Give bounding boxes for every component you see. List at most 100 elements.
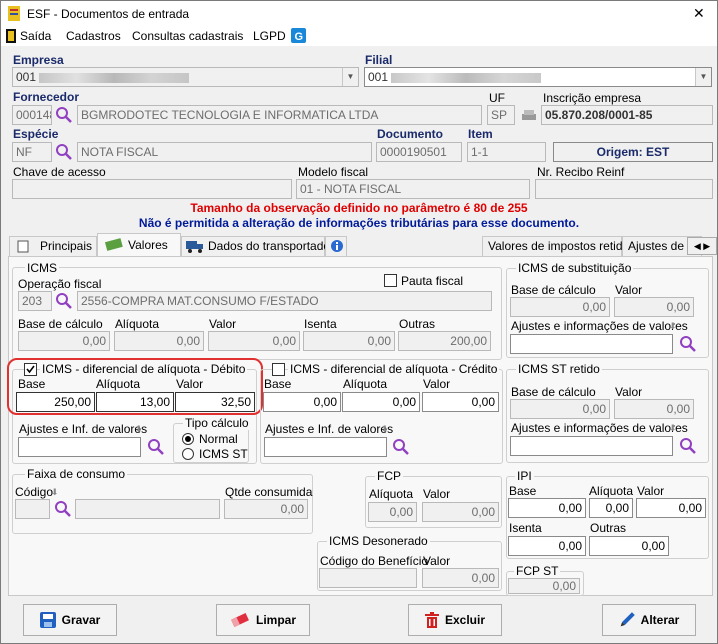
especie-label: Espécie xyxy=(13,127,59,141)
icms-sub-base-label: Base de cálculo xyxy=(511,283,596,297)
search-icon[interactable] xyxy=(679,335,697,353)
especie-code[interactable]: NF xyxy=(12,142,52,162)
modelo-label: Modelo fiscal xyxy=(298,165,369,179)
search-icon[interactable] xyxy=(679,437,697,455)
difal-credito-ajustes-field[interactable] xyxy=(264,437,387,457)
excluir-label: Excluir xyxy=(444,613,486,627)
search-icon[interactable] xyxy=(55,292,73,310)
search-icon[interactable] xyxy=(55,106,73,124)
icms-st-retido-title: ICMS ST retido xyxy=(516,362,602,376)
ipi-base-label: Base xyxy=(509,484,537,498)
st-retido-base-label: Base de cálculo xyxy=(511,385,596,399)
icms-aliquota-field: 0,00 xyxy=(114,331,204,351)
fornecedor-code[interactable]: 000148 xyxy=(12,105,52,125)
menu-consultas[interactable]: Consultas cadastrais xyxy=(132,29,243,43)
fcp-valor-field: 0,00 xyxy=(422,502,499,522)
ipi-outras-label: Outras xyxy=(590,521,627,535)
desonerado-valor-field: 0,00 xyxy=(422,568,499,588)
icms-sub-valor-field: 0,00 xyxy=(614,297,694,317)
fornecedor-label: Fornecedor xyxy=(13,90,80,104)
difal-credito-checkbox[interactable] xyxy=(272,363,285,376)
close-icon[interactable]: ✕ xyxy=(693,6,705,20)
icms-st-radio[interactable] xyxy=(182,448,194,460)
desonerado-codigo-field xyxy=(319,568,417,588)
ipi-valor-label: Valor xyxy=(637,484,665,498)
faixa-title: Faixa de consumo xyxy=(25,467,128,481)
st-retido-valor-field: 0,00 xyxy=(614,399,694,419)
limpar-label: Limpar xyxy=(255,613,296,627)
empresa-blurred xyxy=(39,72,190,83)
difal-credito-aliquota-field[interactable]: 0,00 xyxy=(342,392,420,412)
inscricao-label: Inscrição empresa xyxy=(543,91,642,105)
difal-credito-valor-field[interactable]: 0,00 xyxy=(422,392,499,412)
ipi-base-field[interactable]: 0,00 xyxy=(508,498,586,518)
menu-lgpd[interactable]: LGPD xyxy=(253,29,286,43)
documento-label: Documento xyxy=(377,127,443,141)
faixa-codigo-field[interactable] xyxy=(15,499,50,519)
excluir-button[interactable]: Excluir xyxy=(408,604,502,636)
document-icon xyxy=(17,240,29,253)
pauta-label: Pauta fiscal xyxy=(401,274,464,288)
empresa-label: Empresa xyxy=(13,53,64,67)
icms-base-field: 0,00 xyxy=(18,331,110,351)
difal-credito-base-field[interactable]: 0,00 xyxy=(263,392,341,412)
search-icon[interactable] xyxy=(147,438,165,456)
fcp-title: FCP xyxy=(375,469,403,483)
search-icon[interactable] xyxy=(392,438,410,456)
recibo-field xyxy=(535,179,713,199)
fornecedor-name: BGMRODOTEC TECNOLOGIA E INFORMATICA LTDA xyxy=(77,105,482,125)
icms-sub-ajustes-label: Ajustes e informações de valores xyxy=(511,319,688,333)
g-icon[interactable]: G xyxy=(291,28,306,43)
ipi-aliquota-field[interactable]: 0,00 xyxy=(589,498,633,518)
ipi-outras-field[interactable]: 0,00 xyxy=(589,536,669,556)
icms-base-label: Base de cálculo xyxy=(18,317,103,331)
menu-cadastros[interactable]: Cadastros xyxy=(66,29,121,43)
tab-scroll-arrows[interactable]: ◀ ▶ xyxy=(687,237,717,255)
limpar-button[interactable]: Limpar xyxy=(216,604,310,636)
arrow-down-icon: ⬇ xyxy=(669,321,677,331)
tab-impostos-retidos[interactable]: Valores de impostos retidos xyxy=(482,236,635,256)
tipo-calculo-label: Tipo cálculo xyxy=(183,416,251,430)
pencil-icon xyxy=(620,612,635,627)
operacao-code[interactable]: 203 xyxy=(18,291,52,311)
fcp-st-title: FCP ST xyxy=(514,564,561,578)
filial-label: Filial xyxy=(365,53,393,67)
ipi-aliquota-label: Alíquota xyxy=(589,484,634,498)
filial-select[interactable]: 001 ▼ xyxy=(364,67,712,87)
item-label: Item xyxy=(468,127,493,141)
search-icon[interactable] xyxy=(54,500,72,518)
ipi-valor-field[interactable]: 0,00 xyxy=(636,498,706,518)
alterar-button[interactable]: Alterar xyxy=(602,604,696,636)
difal-credito-ajustes-label: Ajustes e Inf. de valores xyxy=(265,422,394,436)
faixa-qtde-field: 0,00 xyxy=(224,499,308,519)
chave-field xyxy=(12,179,292,199)
save-icon xyxy=(39,612,56,628)
desonerado-codigo-label: Código do Benefício xyxy=(320,554,429,568)
gravar-label: Gravar xyxy=(61,613,101,627)
search-icon[interactable] xyxy=(55,143,73,161)
ipi-isenta-field[interactable]: 0,00 xyxy=(508,536,586,556)
icms-sub-title: ICMS de substituição xyxy=(516,261,634,275)
difal-credito-base-label: Base xyxy=(264,377,292,391)
gravar-button[interactable]: Gravar xyxy=(23,604,117,636)
menu-saida[interactable]: Saída xyxy=(20,29,51,43)
empresa-select[interactable]: 001 ▼ xyxy=(12,67,359,87)
icms-sub-ajustes-field[interactable] xyxy=(510,334,673,354)
operacao-label: Operação fiscal xyxy=(18,277,102,291)
svg-text:G: G xyxy=(295,31,304,43)
truck-icon xyxy=(186,241,203,253)
stack-icon[interactable] xyxy=(521,108,537,122)
icms-sub-valor-label: Valor xyxy=(615,283,643,297)
money-icon xyxy=(105,238,123,251)
pauta-checkbox[interactable] xyxy=(384,274,397,287)
difal-debito-ajustes-field[interactable] xyxy=(18,437,141,457)
trash-icon xyxy=(424,612,439,628)
exit-icon xyxy=(6,29,16,43)
eraser-icon xyxy=(231,613,249,627)
info-icon xyxy=(331,240,343,252)
st-retido-ajustes-field[interactable] xyxy=(510,436,673,456)
icms-title: ICMS xyxy=(25,261,59,275)
normal-radio[interactable] xyxy=(182,433,194,445)
origem-field: Origem: EST xyxy=(553,142,713,162)
icms-sub-base-field: 0,00 xyxy=(510,297,610,317)
